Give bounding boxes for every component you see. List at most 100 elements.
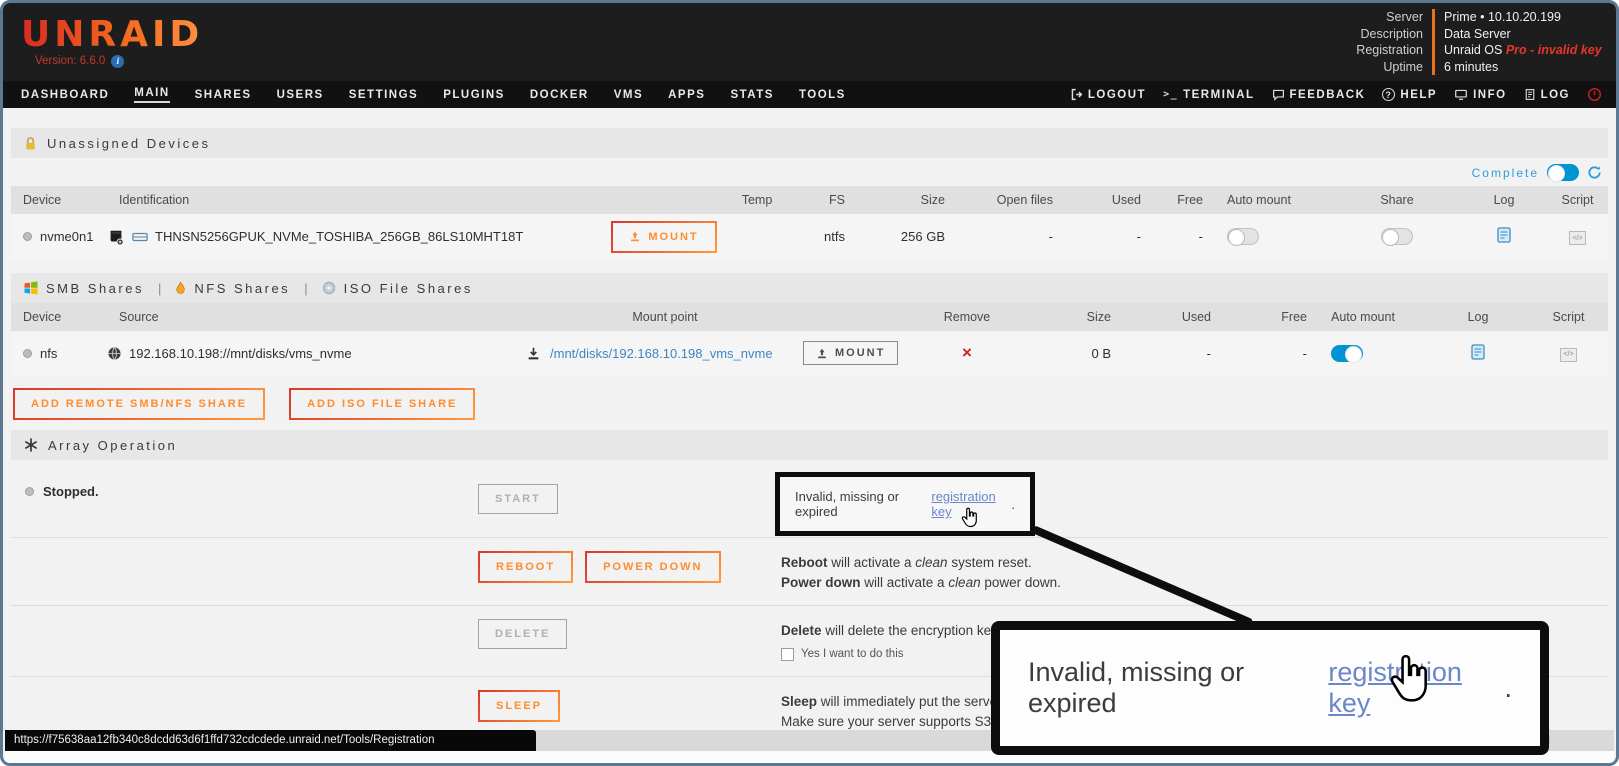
complete-toggle[interactable] xyxy=(1547,164,1579,181)
cursor-hand-icon-large xyxy=(1386,653,1430,709)
tab-separator: | xyxy=(158,281,161,296)
nav-item-vms[interactable]: VMS xyxy=(614,88,643,102)
cell-fs: ntfs xyxy=(791,229,855,244)
nav-item-apps[interactable]: APPS xyxy=(668,88,705,102)
nav-item-main[interactable]: MAIN xyxy=(134,86,169,103)
remove-x-icon[interactable] xyxy=(962,343,972,362)
info-label: INFO xyxy=(1473,89,1506,101)
col-open-files: Open files xyxy=(955,193,1063,207)
feedback-button[interactable]: FEEDBACK xyxy=(1272,88,1366,101)
tab-separator: | xyxy=(304,281,307,296)
info-button[interactable]: INFO xyxy=(1454,88,1506,101)
terminal-button[interactable]: TERMINAL xyxy=(1163,89,1254,101)
refresh-icon[interactable] xyxy=(1587,165,1602,180)
cell-free: - xyxy=(1151,229,1213,244)
tab-nfs-shares[interactable]: NFS Shares xyxy=(175,281,290,296)
mount-share-button[interactable]: MOUNT xyxy=(803,341,898,365)
delete-term: Delete xyxy=(781,623,822,638)
feedback-label: FEEDBACK xyxy=(1290,89,1366,101)
log-file-icon[interactable] xyxy=(1497,227,1511,243)
col-device: Device xyxy=(11,193,107,207)
nav-item-docker[interactable]: DOCKER xyxy=(530,88,589,102)
col-free: Free xyxy=(1151,193,1213,207)
version-info-icon[interactable]: i xyxy=(111,55,124,68)
start-button[interactable]: START xyxy=(478,484,558,514)
delete-confirm-label: Yes I want to do this xyxy=(801,644,904,664)
share-row: nfs 192.168.10.198://mnt/disks/vms_nvme … xyxy=(11,331,1608,375)
log-file-icon[interactable] xyxy=(1471,344,1485,360)
col-log: Log xyxy=(1429,310,1527,324)
device-status-orb xyxy=(23,232,32,241)
log-button[interactable]: LOG xyxy=(1524,88,1570,101)
nav-item-users[interactable]: USERS xyxy=(277,88,324,102)
registration-notice-callout: Invalid, missing or expired registration… xyxy=(991,621,1549,755)
mount-icon xyxy=(816,348,828,359)
share-device-name[interactable]: nfs xyxy=(40,346,57,361)
help-button[interactable]: HELP xyxy=(1382,88,1437,101)
col-source: Source xyxy=(107,310,527,324)
mount-button-label: MOUNT xyxy=(835,347,885,359)
nav-item-settings[interactable]: SETTINGS xyxy=(349,88,419,102)
col-fs: FS xyxy=(791,193,855,207)
power-icon[interactable] xyxy=(1587,87,1602,102)
help-icon xyxy=(1382,88,1395,101)
add-iso-share-button[interactable]: ADD ISO FILE SHARE xyxy=(289,388,475,420)
nav-item-plugins[interactable]: PLUGINS xyxy=(443,88,505,102)
server-info-row: Server Prime • 10.10.20.199 xyxy=(1340,9,1602,26)
uptime-label: Uptime xyxy=(1340,59,1432,76)
col-used: Used xyxy=(1121,310,1221,324)
server-info-row: Uptime 6 minutes xyxy=(1340,59,1602,76)
unassigned-device-row: nvme0n1 THNSN5256GPUK_NVMe_TOSHIBA_256GB… xyxy=(11,214,1608,259)
browser-page: UNRAID Version: 6.6.0 i Server Prime • 1… xyxy=(0,0,1619,766)
script-icon[interactable] xyxy=(1560,348,1577,362)
complete-filter-label[interactable]: Complete xyxy=(1472,166,1539,180)
terminal-label: TERMINAL xyxy=(1183,89,1254,101)
version-label: Version: 6.6.0 xyxy=(35,55,105,67)
array-status-text: Stopped. xyxy=(43,484,99,499)
cell-used: - xyxy=(1063,229,1151,244)
tab-smb-shares[interactable]: SMB Shares xyxy=(24,281,144,296)
globe-icon xyxy=(107,346,122,361)
delete-confirm-checkbox[interactable] xyxy=(781,648,794,661)
reboot-button[interactable]: REBOOT xyxy=(478,551,573,583)
nav-item-tools[interactable]: TOOLS xyxy=(799,88,846,102)
sleep-button[interactable]: SLEEP xyxy=(478,690,560,722)
mount-button-label: MOUNT xyxy=(648,231,698,243)
logout-button[interactable]: LOGOUT xyxy=(1070,88,1146,101)
auto-mount-toggle[interactable] xyxy=(1331,345,1363,362)
tab-iso-shares[interactable]: ISO File Shares xyxy=(322,281,473,296)
cell-size: 256 GB xyxy=(855,229,955,244)
share-source: 192.168.10.198://mnt/disks/vms_nvme xyxy=(129,346,352,361)
section-unassigned-devices: Unassigned Devices xyxy=(11,128,1608,158)
power-down-term: Power down xyxy=(781,575,861,590)
section-file-shares: SMB Shares | NFS Shares | ISO File Share… xyxy=(11,273,1608,303)
log-icon xyxy=(1524,88,1536,101)
nav-item-dashboard[interactable]: DASHBOARD xyxy=(21,88,109,102)
mount-device-button[interactable]: MOUNT xyxy=(611,221,716,253)
nav-item-shares[interactable]: SHARES xyxy=(195,88,252,102)
add-remote-share-button[interactable]: ADD REMOTE SMB/NFS SHARE xyxy=(13,388,265,420)
unraid-logo: UNRAID xyxy=(21,17,203,53)
callout-text: Invalid, missing or expired xyxy=(1028,657,1328,719)
device-name[interactable]: nvme0n1 xyxy=(40,229,93,244)
log-label: LOG xyxy=(1541,89,1570,101)
disk-add-icon[interactable] xyxy=(107,228,125,246)
section-title: Array Operation xyxy=(48,438,177,453)
status-url-bar: https://f75638aa12fb340c8dcdd63d6f1ffd73… xyxy=(5,730,536,751)
power-down-button[interactable]: POWER DOWN xyxy=(585,551,720,583)
delete-button[interactable]: DELETE xyxy=(478,619,567,649)
share-toggle[interactable] xyxy=(1381,228,1413,245)
nav-item-stats[interactable]: STATS xyxy=(730,88,774,102)
help-label: HELP xyxy=(1400,89,1437,101)
script-icon[interactable] xyxy=(1569,231,1586,245)
registration-notice-highlight: Invalid, missing or expired registration… xyxy=(775,472,1035,536)
auto-mount-toggle[interactable] xyxy=(1227,228,1259,245)
col-remove: Remove xyxy=(921,310,1013,324)
iso-disc-icon xyxy=(322,281,336,295)
col-auto-mount: Auto mount xyxy=(1317,310,1429,324)
tab-smb-label: SMB Shares xyxy=(46,281,144,296)
server-info-row: Description Data Server xyxy=(1340,26,1602,43)
col-identification: Identification xyxy=(107,193,605,207)
mount-point-link[interactable]: /mnt/disks/192.168.10.198_vms_nvme xyxy=(550,346,773,361)
download-icon xyxy=(527,347,540,360)
